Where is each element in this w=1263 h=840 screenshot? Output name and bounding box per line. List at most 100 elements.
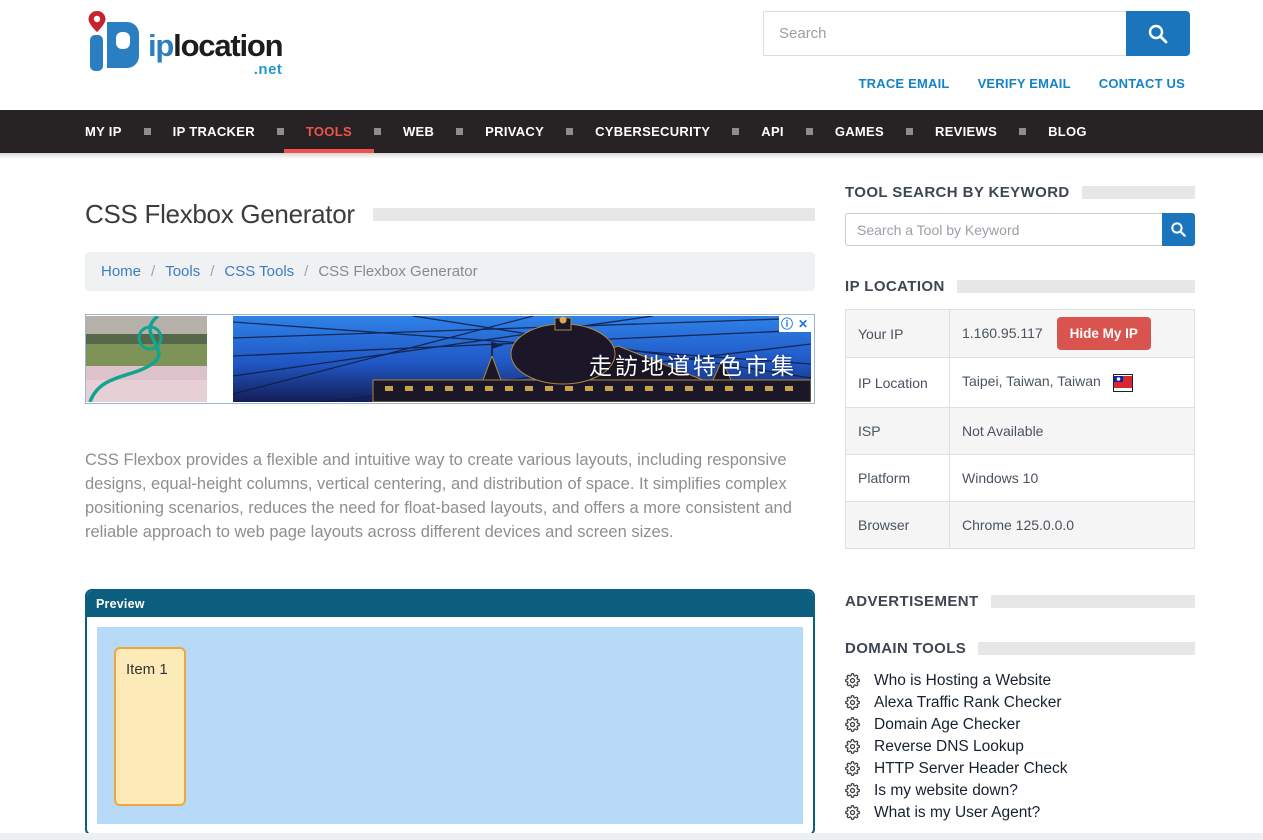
nav-item-games[interactable]: GAMES — [813, 110, 906, 153]
tool-search-input[interactable] — [845, 213, 1162, 246]
heading-bar — [991, 595, 1195, 608]
logo-mark-icon — [85, 10, 143, 81]
nav-item-privacy[interactable]: PRIVACY — [463, 110, 566, 153]
preview-panel-body: Item 1 — [87, 617, 813, 834]
taiwan-flag-icon — [1113, 374, 1133, 392]
hide-my-ip-button[interactable]: Hide My IP — [1057, 317, 1151, 350]
domain-tools-heading-text: DOMAIN TOOLS — [845, 640, 966, 657]
nav-item-tools[interactable]: TOOLS — [284, 110, 374, 153]
adchoices-info-icon[interactable]: ⓘ — [779, 316, 795, 332]
isp-label: ISP — [846, 408, 950, 455]
nav-separator — [566, 128, 573, 135]
list-item[interactable]: Alexa Traffic Rank Checker — [845, 695, 1195, 710]
site-search-input[interactable] — [763, 11, 1126, 56]
ad-close-icon[interactable]: ✕ — [795, 316, 811, 332]
list-item[interactable]: Is my website down? — [845, 783, 1195, 798]
page-title: CSS Flexbox Generator — [85, 199, 355, 230]
gear-icon — [845, 717, 860, 732]
breadcrumb-css-tools-link[interactable]: CSS Tools — [224, 263, 294, 280]
flexbox-preview-item: Item 1 — [114, 647, 186, 806]
breadcrumb: Home / Tools / CSS Tools / CSS Flexbox G… — [85, 252, 815, 291]
list-item[interactable]: Who is Hosting a Website — [845, 673, 1195, 688]
nav-separator — [732, 128, 739, 135]
nav-item-blog[interactable]: BLOG — [1026, 110, 1109, 153]
ip-location-table: Your IP 1.160.95.117 Hide My IP IP Locat… — [845, 309, 1195, 549]
flexbox-preview-container: Item 1 — [97, 627, 803, 824]
nav-item-cybersecurity[interactable]: CYBERSECURITY — [573, 110, 732, 153]
nav-separator — [374, 128, 381, 135]
domain-tool-link-user-agent[interactable]: What is my User Agent? — [874, 805, 1040, 820]
nav-separator — [456, 128, 463, 135]
preview-panel: Preview Item 1 — [85, 589, 815, 836]
heading-bar — [957, 280, 1195, 293]
ad-caption-text: 走訪地道特色市集 — [589, 347, 797, 381]
nav-separator — [1019, 128, 1026, 135]
domain-tools-list: Who is Hosting a Website Alexa Traffic R… — [845, 673, 1195, 820]
tool-search-heading-text: TOOL SEARCH BY KEYWORD — [845, 184, 1070, 201]
ad-thumbnail-image[interactable] — [86, 316, 207, 402]
list-item[interactable]: Domain Age Checker — [845, 717, 1195, 732]
advertisement-heading: ADVERTISEMENT — [845, 593, 1195, 610]
ad-main-image[interactable]: 走訪地道特色市集 ⓘ ✕ — [233, 316, 811, 402]
content-area: CSS Flexbox Generator Home / Tools / CSS… — [0, 153, 1263, 836]
main-column: CSS Flexbox Generator Home / Tools / CSS… — [85, 153, 815, 836]
logo-wordmark: iplocation .net — [148, 30, 282, 77]
preview-panel-header: Preview — [87, 591, 813, 617]
trace-email-link[interactable]: TRACE EMAIL — [859, 76, 950, 91]
ad-choices: ⓘ ✕ — [779, 316, 811, 332]
heading-bar — [373, 208, 815, 221]
list-item[interactable]: What is my User Agent? — [845, 805, 1195, 820]
page-bottom-strip — [0, 833, 1263, 840]
domain-tool-link-domain-age[interactable]: Domain Age Checker — [874, 717, 1020, 732]
domain-tool-link-reverse-dns[interactable]: Reverse DNS Lookup — [874, 739, 1024, 754]
ad-banner[interactable]: 走訪地道特色市集 ⓘ ✕ — [85, 314, 815, 404]
your-ip-value: 1.160.95.117 — [962, 325, 1043, 341]
browser-label: Browser — [846, 502, 950, 549]
domain-tool-link-hosting[interactable]: Who is Hosting a Website — [874, 673, 1051, 688]
gear-icon — [845, 805, 860, 820]
logo-location-text: location — [173, 28, 282, 63]
site-search — [763, 11, 1190, 56]
verify-email-link[interactable]: VERIFY EMAIL — [978, 76, 1071, 91]
list-item[interactable]: HTTP Server Header Check — [845, 761, 1195, 776]
domain-tool-link-alexa[interactable]: Alexa Traffic Rank Checker — [874, 695, 1062, 710]
heading-bar — [1082, 186, 1195, 199]
nav-separator — [906, 128, 913, 135]
nav-item-web[interactable]: WEB — [381, 110, 456, 153]
your-ip-label: Your IP — [846, 310, 950, 358]
nav-item-api[interactable]: API — [739, 110, 806, 153]
list-item[interactable]: Reverse DNS Lookup — [845, 739, 1195, 754]
domain-tools-heading: DOMAIN TOOLS — [845, 640, 1195, 657]
domain-tool-link-website-down[interactable]: Is my website down? — [874, 783, 1018, 798]
domain-tool-link-http-header[interactable]: HTTP Server Header Check — [874, 761, 1068, 776]
logo-ip-text: ip — [148, 28, 173, 63]
your-ip-value-cell: 1.160.95.117 Hide My IP — [950, 310, 1195, 358]
nav-item-ip-tracker[interactable]: IP TRACKER — [151, 110, 277, 153]
tool-search — [845, 213, 1195, 246]
breadcrumb-current: CSS Flexbox Generator — [318, 263, 477, 280]
breadcrumb-tools-link[interactable]: Tools — [165, 263, 200, 280]
table-row: Your IP 1.160.95.117 Hide My IP — [846, 310, 1195, 358]
header-links: TRACE EMAIL VERIFY EMAIL CONTACT US — [859, 76, 1185, 91]
tool-description: CSS Flexbox provides a flexible and intu… — [85, 448, 815, 544]
table-row: Platform Windows 10 — [846, 455, 1195, 502]
tool-search-button[interactable] — [1162, 213, 1195, 246]
contact-us-link[interactable]: CONTACT US — [1099, 76, 1185, 91]
breadcrumb-home-link[interactable]: Home — [101, 263, 141, 280]
logo-tld-text: .net — [148, 62, 282, 77]
platform-value: Windows 10 — [950, 455, 1195, 502]
table-row: Browser Chrome 125.0.0.0 — [846, 502, 1195, 549]
breadcrumb-separator: / — [210, 263, 214, 280]
ip-location-heading-text: IP LOCATION — [845, 278, 945, 295]
platform-label: Platform — [846, 455, 950, 502]
browser-value: Chrome 125.0.0.0 — [950, 502, 1195, 549]
nav-item-reviews[interactable]: REVIEWS — [913, 110, 1019, 153]
nav-item-my-ip[interactable]: MY IP — [63, 110, 144, 153]
nav-separator — [144, 128, 151, 135]
site-search-button[interactable] — [1126, 11, 1190, 56]
ip-location-label: IP Location — [846, 358, 950, 408]
breadcrumb-separator: / — [151, 263, 155, 280]
gear-icon — [845, 739, 860, 754]
search-icon — [1147, 23, 1169, 45]
site-logo[interactable]: iplocation .net — [85, 10, 282, 81]
